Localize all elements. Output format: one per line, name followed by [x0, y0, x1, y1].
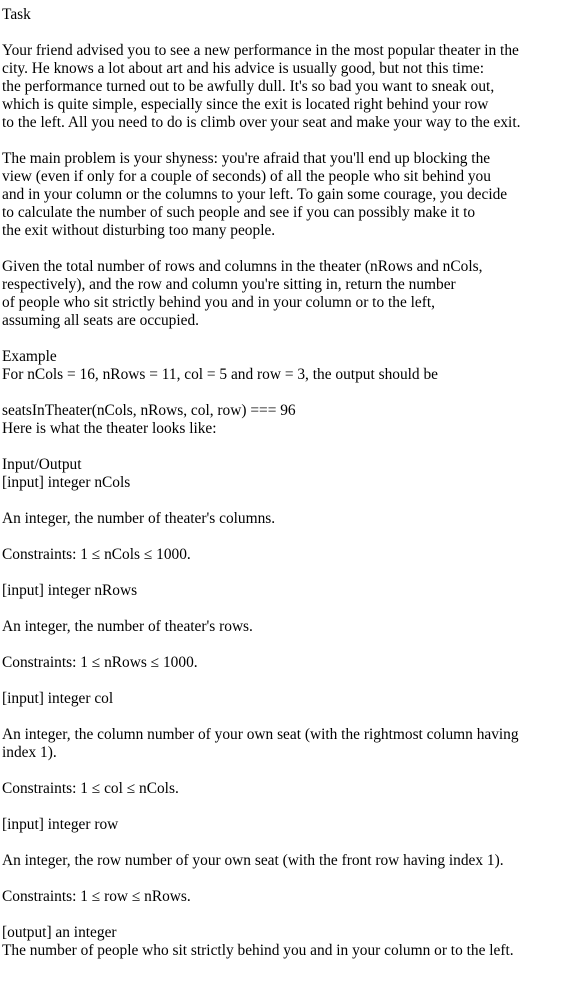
input-col-description-line-2: index 1).: [2, 744, 57, 761]
io-heading: Input/Output: [2, 456, 82, 473]
example-description: For nCols = 16, nRows = 11, col = 5 and …: [2, 366, 439, 383]
task-paragraph-1-line-4: which is quite simple, especially since …: [2, 96, 489, 113]
task-paragraph-2-line-3: and in your column or the columns to you…: [2, 186, 508, 203]
input-col-constraints: Constraints: 1 ≤ col ≤ nCols.: [2, 780, 179, 797]
input-ncols-label: [input] integer nCols: [2, 474, 131, 491]
task-paragraph-1-line-2: city. He knows a lot about art and his a…: [2, 60, 485, 77]
input-ncols-constraints: Constraints: 1 ≤ nCols ≤ 1000.: [2, 546, 191, 563]
task-paragraph-2-line-1: The main problem is your shyness: you're…: [2, 150, 491, 167]
input-nrows-constraints: Constraints: 1 ≤ nRows ≤ 1000.: [2, 654, 198, 671]
input-nrows-description: An integer, the number of theater's rows…: [2, 618, 253, 635]
input-col-description-line-1: An integer, the column number of your ow…: [2, 726, 519, 743]
task-paragraph-2-line-5: the exit without disturbing too many peo…: [2, 222, 276, 239]
input-nrows-label: [input] integer nRows: [2, 582, 138, 599]
task-paragraph-1-line-1: Your friend advised you to see a new per…: [2, 42, 519, 59]
output-label: [output] an integer: [2, 924, 117, 941]
example-theater-note: Here is what the theater looks like:: [2, 420, 217, 437]
input-row-description: An integer, the row number of your own s…: [2, 852, 504, 869]
input-ncols-description: An integer, the number of theater's colu…: [2, 510, 276, 527]
example-call: seatsInTheater(nCols, nRows, col, row) =…: [2, 402, 296, 419]
task-paragraph-3-line-4: assuming all seats are occupied.: [2, 312, 200, 329]
task-paragraph-3-line-3: of people who sit strictly behind you an…: [2, 294, 435, 311]
input-row-label: [input] integer row: [2, 816, 119, 833]
example-heading: Example: [2, 348, 57, 365]
input-col-label: [input] integer col: [2, 690, 114, 707]
task-paragraph-2-line-2: view (even if only for a couple of secon…: [2, 168, 491, 185]
output-description: The number of people who sit strictly be…: [2, 942, 514, 959]
problem-document: Task Your friend advised you to see a ne…: [0, 0, 568, 960]
task-paragraph-1-line-5: to the left. All you need to do is climb…: [2, 114, 521, 131]
task-paragraph-3-line-2: respectively), and the row and column yo…: [2, 276, 456, 293]
task-paragraph-2-line-4: to calculate the number of such people a…: [2, 204, 476, 221]
task-paragraph-3-line-1: Given the total number of rows and colum…: [2, 258, 483, 275]
task-heading: Task: [2, 6, 31, 23]
task-paragraph-1-line-3: the performance turned out to be awfully…: [2, 78, 495, 95]
input-row-constraints: Constraints: 1 ≤ row ≤ nRows.: [2, 888, 191, 905]
